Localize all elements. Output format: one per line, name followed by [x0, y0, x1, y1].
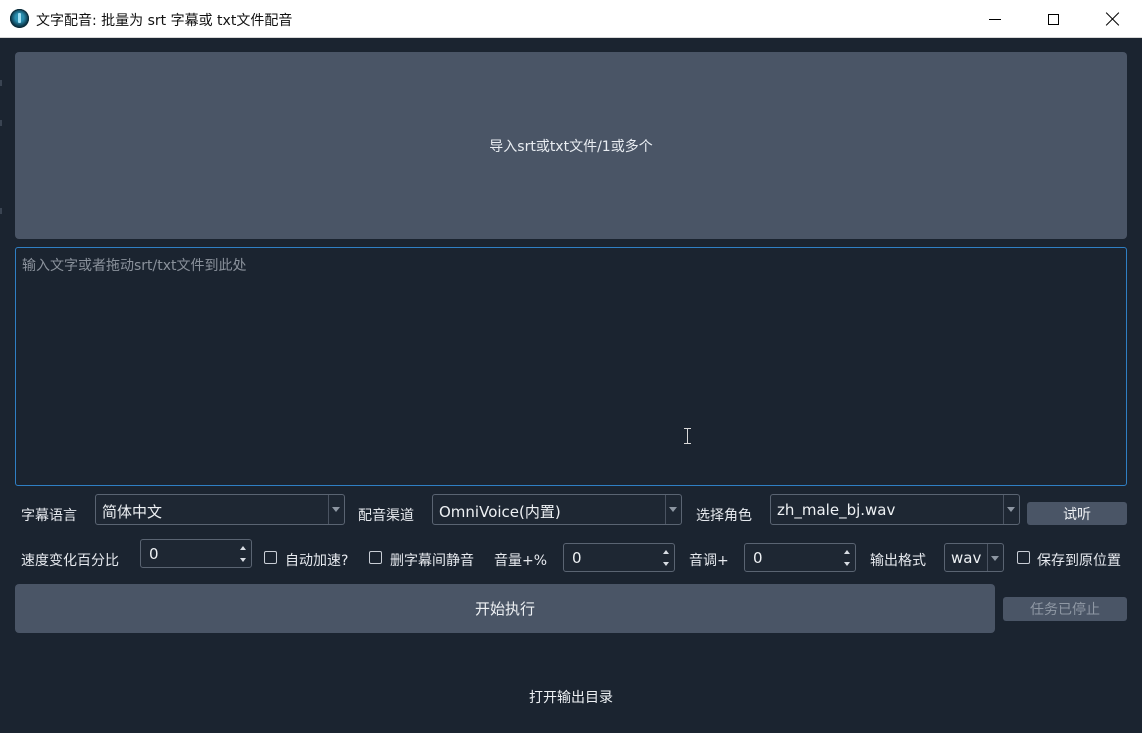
window-title: 文字配音: 批量为 srt 字幕或 txt文件配音	[36, 13, 293, 29]
chevron-down-icon	[1003, 495, 1019, 524]
import-files-button[interactable]: 导入srt或txt文件/1或多个	[15, 52, 1127, 239]
speed-change-value: 0	[149, 545, 159, 563]
save-original-checkbox[interactable]	[1017, 551, 1030, 564]
close-icon	[1106, 12, 1120, 26]
listen-button[interactable]: 试听	[1027, 502, 1127, 525]
dubbing-channel-select[interactable]: OmniVoice(内置)	[432, 494, 682, 525]
minimize-icon	[989, 18, 1001, 20]
open-output-dir-link[interactable]: 打开输出目录	[0, 687, 1142, 707]
volume-label: 音量+%	[494, 553, 548, 569]
volume-spinbox[interactable]: 0	[563, 543, 675, 572]
pitch-value: 0	[753, 549, 763, 567]
pitch-label: 音调+	[689, 553, 729, 569]
start-button[interactable]: 开始执行	[15, 584, 995, 633]
save-original-label: 保存到原位置	[1037, 553, 1121, 569]
auto-speed-label: 自动加速?	[285, 553, 349, 569]
spin-down-icon[interactable]	[237, 554, 249, 566]
text-cursor-icon	[683, 428, 692, 444]
text-input-placeholder: 输入文字或者拖动srt/txt文件到此处	[22, 258, 247, 274]
subtitle-language-select[interactable]: 简体中文	[95, 494, 345, 525]
voice-role-value: zh_male_bj.wav	[777, 501, 896, 519]
spin-up-icon[interactable]	[660, 546, 672, 558]
volume-value: 0	[572, 549, 582, 567]
chevron-down-icon	[987, 544, 1003, 571]
text-input-area[interactable]: 输入文字或者拖动srt/txt文件到此处	[15, 247, 1127, 486]
output-format-label: 输出格式	[870, 553, 926, 569]
voice-role-select[interactable]: zh_male_bj.wav	[770, 494, 1020, 525]
pitch-spinbox[interactable]: 0	[744, 543, 856, 572]
maximize-button[interactable]	[1024, 0, 1082, 38]
maximize-icon	[1047, 13, 1059, 25]
close-button[interactable]	[1084, 0, 1142, 38]
minimize-button[interactable]	[966, 0, 1024, 38]
voice-role-label: 选择角色	[696, 508, 752, 524]
remove-silence-label: 删字幕间静音	[390, 553, 474, 569]
output-format-value: wav	[951, 549, 982, 567]
output-format-select[interactable]: wav	[944, 543, 1004, 572]
speed-change-label: 速度变化百分比	[21, 553, 119, 569]
task-status-button: 任务已停止	[1003, 597, 1127, 621]
title-bar: 文字配音: 批量为 srt 字幕或 txt文件配音	[0, 0, 1142, 38]
spin-down-icon[interactable]	[660, 558, 672, 570]
app-logo-icon	[10, 9, 29, 28]
edge-mark	[0, 80, 2, 86]
remove-silence-checkbox[interactable]	[369, 551, 382, 564]
edge-mark	[0, 208, 2, 214]
subtitle-language-value: 简体中文	[102, 503, 163, 521]
spin-down-icon[interactable]	[841, 558, 853, 570]
edge-mark	[0, 120, 2, 126]
spin-up-icon[interactable]	[237, 542, 249, 554]
dubbing-channel-label: 配音渠道	[358, 508, 414, 524]
dubbing-channel-value: OmniVoice(内置)	[439, 503, 561, 521]
chevron-down-icon	[328, 495, 344, 524]
speed-change-spinbox[interactable]: 0	[140, 539, 252, 568]
auto-speed-checkbox[interactable]	[264, 551, 277, 564]
chevron-down-icon	[665, 495, 681, 524]
subtitle-language-label: 字幕语言	[21, 508, 77, 524]
spin-up-icon[interactable]	[841, 546, 853, 558]
